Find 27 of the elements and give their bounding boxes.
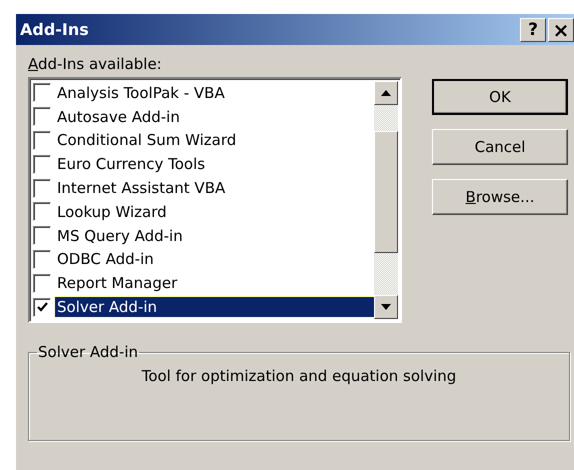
list-item[interactable]: Internet Assistant VBA xyxy=(55,178,374,198)
list-item[interactable]: Analysis ToolPak - VBA xyxy=(55,82,374,103)
description-text: Tool for optimization and equation solving xyxy=(140,367,458,385)
check-icon xyxy=(36,302,48,312)
dialog-button[interactable]: Browse... xyxy=(432,179,568,215)
down-arrow-icon xyxy=(381,304,391,310)
window-title: Add-Ins xyxy=(20,20,89,39)
checkbox[interactable] xyxy=(33,298,51,317)
dialog-button[interactable]: Cancel xyxy=(432,129,568,165)
scroll-down-button[interactable] xyxy=(374,295,398,319)
dialog-button[interactable]: OK xyxy=(432,79,568,115)
list-label: Add-Ins available: xyxy=(28,55,162,73)
list-item[interactable]: Autosave Add-in xyxy=(55,106,374,127)
up-arrow-icon xyxy=(381,90,391,96)
list-item[interactable]: Solver Add-in xyxy=(55,297,374,318)
list-item[interactable]: Report Manager xyxy=(55,273,374,294)
scroll-thumb[interactable] xyxy=(374,131,398,253)
help-button[interactable]: ? xyxy=(520,18,546,42)
list-item[interactable]: ODBC Add-in xyxy=(55,249,374,270)
list-item[interactable]: Lookup Wizard xyxy=(55,202,374,222)
list-item[interactable]: MS Query Add-in xyxy=(55,226,374,246)
scroll-up-button[interactable] xyxy=(374,81,398,105)
group-title: Solver Add-in xyxy=(37,343,140,361)
close-button[interactable]: × xyxy=(548,18,574,42)
list-item[interactable]: Euro Currency Tools xyxy=(55,154,374,174)
scrollbar[interactable] xyxy=(374,81,398,319)
list-item[interactable]: Conditional Sum Wizard xyxy=(55,130,374,150)
